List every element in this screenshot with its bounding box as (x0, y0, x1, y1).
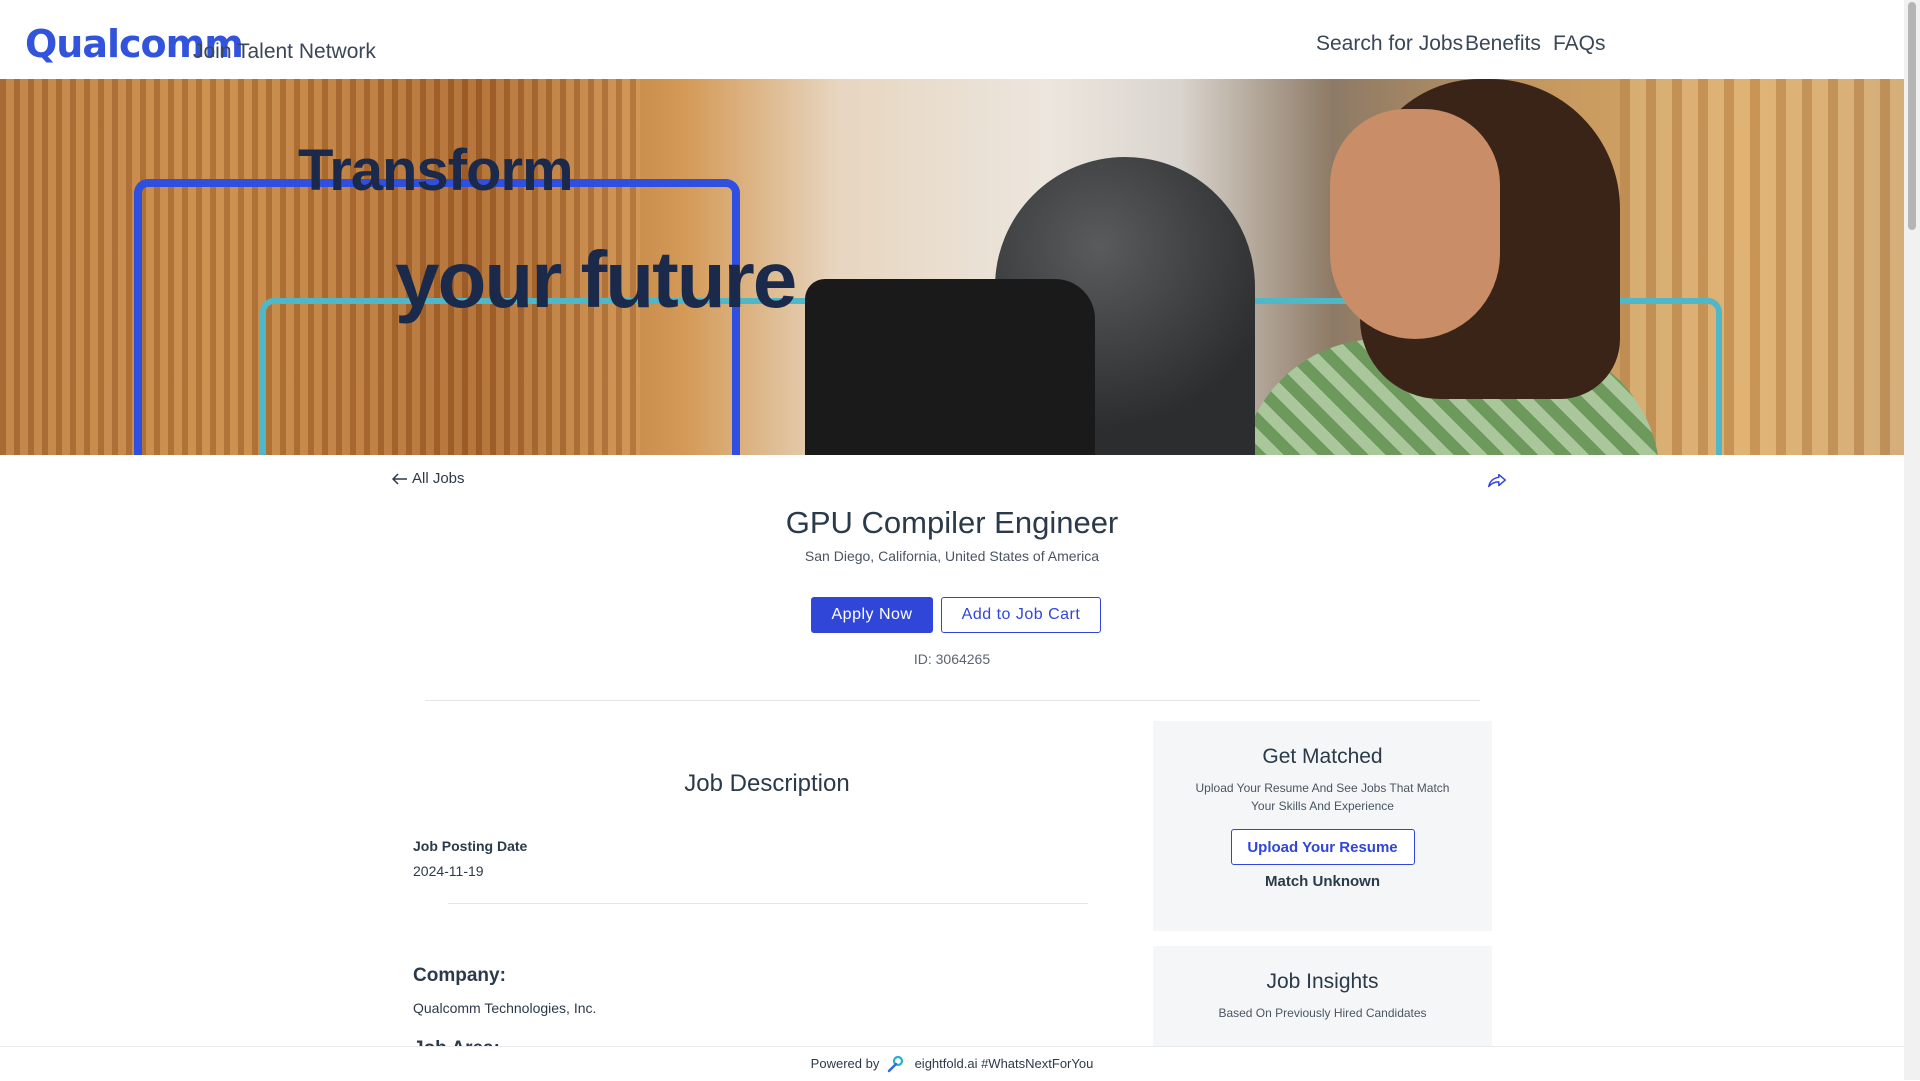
eightfold-link[interactable]: eightfold.ai #WhatsNextForYou (915, 1056, 1094, 1071)
match-status: Match Unknown (1265, 873, 1380, 890)
get-matched-subtitle: Upload Your Resume And See Jobs That Mat… (1195, 781, 1450, 813)
get-matched-card: Get Matched Upload Your Resume And See J… (1153, 721, 1492, 931)
hero-headline-line2: your future (395, 235, 797, 324)
add-to-job-cart-button[interactable]: Add to Job Cart (941, 597, 1101, 633)
join-talent-network-link[interactable]: Join Talent Network (193, 40, 376, 64)
hero-headline-line1: Transform (298, 138, 574, 203)
scrollbar-thumb[interactable] (1908, 2, 1916, 230)
job-description-heading: Job Description (684, 770, 850, 797)
eightfold-logo-icon (887, 1055, 904, 1072)
divider (448, 903, 1088, 904)
nav-faqs[interactable]: FAQs (1553, 32, 1606, 56)
posting-date-value: 2024-11-19 (413, 863, 484, 879)
footer: Powered by eightfold.ai #WhatsNextForYou (0, 1046, 1904, 1081)
job-insights-title: Job Insights (1266, 970, 1379, 993)
company-value: Qualcomm Technologies, Inc. (413, 1000, 597, 1016)
share-icon[interactable] (1486, 470, 1508, 492)
divider (425, 700, 1480, 701)
job-location: San Diego, California, United States of … (804, 548, 1100, 564)
hero-banner: Transform your future (0, 79, 1904, 455)
get-matched-title: Get Matched (1262, 745, 1383, 768)
company-heading: Company: (413, 965, 506, 986)
hero-person-face (1330, 109, 1500, 339)
all-jobs-link[interactable]: All Jobs (392, 470, 465, 487)
posting-date-label: Job Posting Date (413, 838, 528, 854)
job-insights-subtitle: Based On Previously Hired Candidates (1218, 1006, 1427, 1020)
nav-benefits[interactable]: Benefits (1465, 32, 1541, 56)
upload-resume-button[interactable]: Upload Your Resume (1230, 829, 1415, 865)
all-jobs-label: All Jobs (412, 470, 465, 487)
arrow-left-icon (392, 472, 407, 485)
job-title: GPU Compiler Engineer (785, 505, 1119, 540)
apply-now-button[interactable]: Apply Now (811, 597, 933, 633)
powered-by-label: Powered by (810, 1056, 880, 1071)
job-id: ID: 3064265 (913, 651, 991, 667)
nav-search-for-jobs[interactable]: Search for Jobs (1316, 32, 1463, 56)
job-area-heading: Job Area: (413, 1038, 500, 1046)
job-insights-card: Job Insights Based On Previously Hired C… (1153, 946, 1492, 1056)
hero-camera-rig (805, 279, 1095, 455)
site-header: Qualcomm Join Talent Network Search for … (0, 0, 1904, 79)
page-scrollbar[interactable] (1904, 0, 1920, 1080)
